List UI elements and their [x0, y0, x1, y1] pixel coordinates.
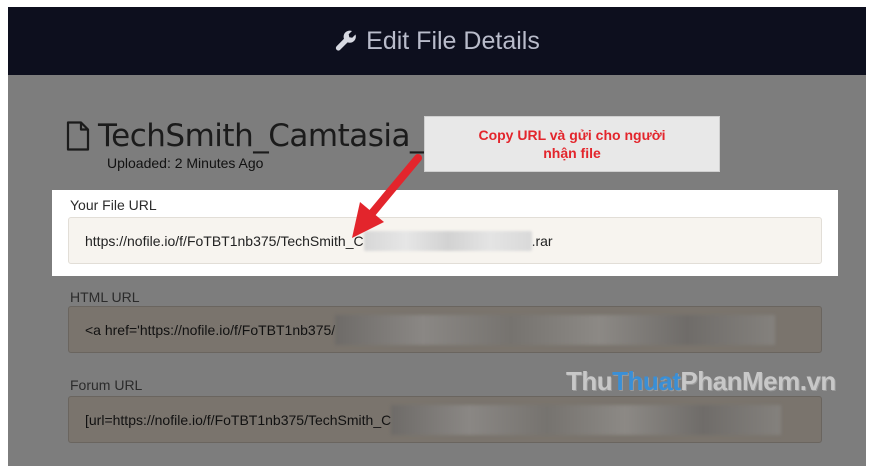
redacted-text	[335, 314, 776, 345]
modal-header: Edit File Details	[8, 7, 866, 75]
edit-file-details-modal: Edit File Details TechSmith_Camtasia_S U…	[0, 0, 870, 466]
file-name: TechSmith_Camtasia_S	[98, 118, 445, 154]
html-url-label: HTML URL	[70, 289, 140, 305]
callout-line-1: Copy URL và gửi cho người	[478, 127, 666, 143]
annotation-arrow	[352, 154, 422, 238]
watermark-logo: ThuThuatPhanMem.vn	[566, 366, 836, 396]
wrench-icon	[336, 30, 357, 51]
instruction-callout: Copy URL và gửi cho người nhận file	[424, 116, 720, 172]
file-url-suffix: .rar	[531, 232, 553, 249]
file-icon	[66, 121, 90, 151]
file-url-field[interactable]: https://nofile.io/f/FoTBT1nb375/TechSmit…	[68, 217, 822, 264]
redacted-text	[391, 404, 782, 435]
file-url-prefix: https://nofile.io/f/FoTBT1nb375/TechSmit…	[85, 232, 364, 249]
uploaded-time: Uploaded: 2 Minutes Ago	[107, 155, 264, 171]
modal-title: Edit File Details	[366, 26, 540, 55]
file-url-label: Your File URL	[70, 197, 157, 213]
file-name-heading: TechSmith_Camtasia_S	[66, 118, 445, 154]
forum-url-label: Forum URL	[70, 377, 143, 393]
html-url-prefix: <a href='https://nofile.io/f/FoTBT1nb375…	[85, 321, 336, 338]
forum-url-prefix: [url=https://nofile.io/f/FoTBT1nb375/Tec…	[85, 411, 392, 428]
callout-line-2: nhận file	[543, 145, 601, 161]
html-url-field[interactable]: <a href='https://nofile.io/f/FoTBT1nb375…	[68, 306, 822, 353]
forum-url-field[interactable]: [url=https://nofile.io/f/FoTBT1nb375/Tec…	[68, 396, 822, 443]
